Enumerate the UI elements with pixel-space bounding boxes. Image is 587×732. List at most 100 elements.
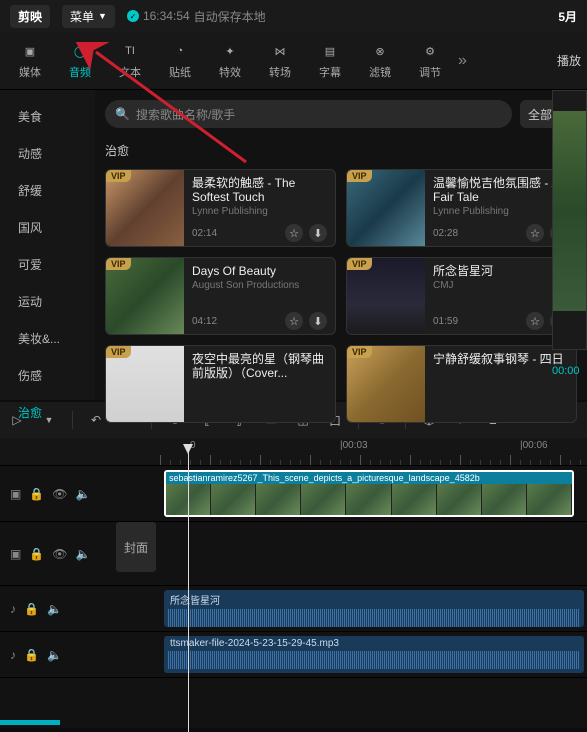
tool-transition[interactable]: ⋈转场 [256, 41, 304, 80]
download-button[interactable]: ⬇ [309, 224, 327, 242]
sidebar-item[interactable]: 可爱 [0, 246, 95, 283]
card-footer: 02:28 ☆ ⬇ [433, 224, 568, 242]
download-button[interactable]: ⬇ [309, 312, 327, 330]
effect-icon: ✦ [220, 41, 240, 61]
vip-badge: VIP [106, 346, 131, 358]
video-track[interactable]: ▣ 🔒 👁 🔈 sebastianramirez5267_This_scene_… [0, 466, 587, 522]
sidebar-item[interactable]: 国风 [0, 209, 95, 246]
card-footer: 04:12 ☆ ⬇ [192, 312, 327, 330]
clip-label: sebastianramirez5267_This_scene_depicts_… [166, 472, 572, 484]
sidebar-item[interactable]: 运动 [0, 283, 95, 320]
tool-text[interactable]: TI文本 [106, 41, 154, 80]
speaker-icon[interactable]: 🔈 [76, 547, 91, 561]
speaker-icon[interactable]: 🔈 [47, 602, 62, 616]
music-card[interactable]: VIP 夜空中最亮的星（钢琴曲前版版）（Cover... [105, 345, 336, 423]
card-thumbnail: VIP [106, 258, 184, 335]
music-card[interactable]: VIP 温馨愉悦吉他氛围感 - A Fair Tale Lynne Publis… [346, 169, 577, 247]
eye-icon[interactable]: 👁 [52, 547, 67, 561]
audio-track-1[interactable]: ♪ 🔒 🔈 所念皆星河 [0, 586, 587, 632]
tool-media[interactable]: ▣媒体 [6, 41, 54, 80]
tracks-area: ▣ 🔒 👁 🔈 sebastianramirez5267_This_scene_… [0, 466, 587, 728]
favorite-button[interactable]: ☆ [526, 312, 544, 330]
lock-icon[interactable]: 🔒 [24, 602, 39, 616]
ruler-label: |00:06 [520, 440, 548, 451]
audio-track-2[interactable]: ♪ 🔒 🔈 ttsmaker-file-2024-5-23-15-29-45.m… [0, 632, 587, 678]
speaker-icon[interactable]: 🔈 [76, 487, 91, 501]
favorite-button[interactable]: ☆ [526, 224, 544, 242]
favorite-button[interactable]: ☆ [285, 312, 303, 330]
tool-adjust[interactable]: ⚙调节 [406, 41, 454, 80]
video-track-icon[interactable]: ▣ [10, 547, 21, 561]
track-body[interactable]: ttsmaker-file-2024-5-23-15-29-45.mp3 [110, 632, 587, 677]
waveform [168, 651, 580, 669]
sticker-icon: ◔ [170, 41, 190, 61]
music-card[interactable]: VIP 宁静舒缓叙事钢琴 - 四日 [346, 345, 577, 423]
sidebar-item[interactable]: 舒缓 [0, 172, 95, 209]
card-thumbnail: VIP [106, 346, 184, 423]
sidebar-item[interactable]: 美食 [0, 98, 95, 135]
card-thumbnail: VIP [347, 258, 425, 335]
top-bar: 剪映 菜单 ▼ ✓ 16:34:54 自动保存本地 5月 [0, 0, 587, 32]
cards-grid: VIP 最柔软的触感 - The Softest Touch Lynne Pub… [105, 169, 577, 423]
tool-label: 字幕 [319, 64, 341, 80]
lock-icon[interactable]: 🔒 [29, 547, 44, 561]
content-panel: 🔍 搜索歌曲名称/歌手 全部 ▾≡ 治愈 VIP 最柔软的触感 - The So… [95, 90, 587, 400]
audio-clip[interactable]: 所念皆星河 [164, 590, 584, 627]
track-body[interactable]: sebastianramirez5267_This_scene_depicts_… [110, 466, 587, 521]
track-body[interactable]: 所念皆星河 [110, 586, 587, 631]
chevron-down-icon[interactable]: ▼ [40, 411, 58, 429]
card-body: 最柔软的触感 - The Softest Touch Lynne Publish… [184, 170, 335, 246]
menu-button[interactable]: 菜单 ▼ [62, 5, 115, 28]
media-icon: ▣ [20, 41, 40, 61]
speaker-icon[interactable]: 🔈 [47, 648, 62, 662]
card-title: 所念皆星河 [433, 264, 568, 278]
card-body: Days Of Beauty August Son Productions 04… [184, 258, 335, 334]
sidebar: 美食动感舒缓国风可爱运动美妆&...伤感治愈 [0, 90, 95, 400]
lock-icon[interactable]: 🔒 [24, 648, 39, 662]
pointer-tool[interactable]: ▷ [8, 411, 26, 429]
sidebar-item[interactable]: 美妆&... [0, 320, 95, 357]
favorite-button[interactable]: ☆ [285, 224, 303, 242]
card-title: 温馨愉悦吉他氛围感 - A Fair Tale [433, 176, 568, 204]
duration-label: 02:28 [433, 228, 458, 239]
chevron-down-icon: ▼ [98, 11, 107, 21]
tool-subtitle[interactable]: ▤字幕 [306, 41, 354, 80]
video-track-icon[interactable]: ▣ [10, 487, 21, 501]
cover-button[interactable]: 封面 [116, 522, 156, 572]
card-title: 夜空中最亮的星（钢琴曲前版版）（Cover... [192, 352, 327, 380]
progress-bar [0, 720, 60, 725]
playhead[interactable] [188, 452, 189, 732]
audio-clip[interactable]: ttsmaker-file-2024-5-23-15-29-45.mp3 [164, 636, 584, 673]
video-clip[interactable]: sebastianramirez5267_This_scene_depicts_… [164, 470, 574, 517]
sidebar-item[interactable]: 伤感 [0, 357, 95, 394]
sidebar-item[interactable]: 动感 [0, 135, 95, 172]
music-card[interactable]: VIP 所念皆星河 CMJ 01:59 ☆ ⬇ [346, 257, 577, 335]
preview-panel [552, 90, 587, 350]
card-footer: 02:14 ☆ ⬇ [192, 224, 327, 242]
tool-audio[interactable]: ◯音频 [56, 41, 104, 80]
audio-icon: ◯ [70, 41, 90, 61]
search-input[interactable]: 🔍 搜索歌曲名称/歌手 [105, 100, 512, 128]
tool-filter[interactable]: ⊗滤镜 [356, 41, 404, 80]
eye-icon[interactable]: 👁 [52, 487, 67, 501]
tool-label: 文本 [119, 64, 141, 80]
duration-label: 01:59 [433, 316, 458, 327]
lock-icon[interactable]: 🔒 [29, 487, 44, 501]
cover-track[interactable]: ▣ 🔒 👁 🔈 封面 [0, 522, 587, 586]
vip-badge: VIP [347, 258, 372, 270]
track-body[interactable]: 封面 [110, 522, 587, 585]
tool-effect[interactable]: ✦特效 [206, 41, 254, 80]
undo-button[interactable]: ↶ [87, 411, 105, 429]
card-title: 最柔软的触感 - The Softest Touch [192, 176, 327, 204]
tool-sticker[interactable]: ◔贴纸 [156, 41, 204, 80]
more-tools-button[interactable]: » [458, 52, 467, 70]
card-thumbnail: VIP [347, 170, 425, 247]
timeline-ruler[interactable]: 0|00:03|00:06 [0, 438, 587, 466]
music-card[interactable]: VIP 最柔软的触感 - The Softest Touch Lynne Pub… [105, 169, 336, 247]
audio-track-icon[interactable]: ♪ [10, 648, 16, 662]
tool-label: 调节 [419, 64, 441, 80]
preview-time: 00:00 [552, 365, 580, 377]
card-artist: Lynne Publishing [192, 206, 327, 217]
audio-track-icon[interactable]: ♪ [10, 602, 16, 616]
music-card[interactable]: VIP Days Of Beauty August Son Production… [105, 257, 336, 335]
